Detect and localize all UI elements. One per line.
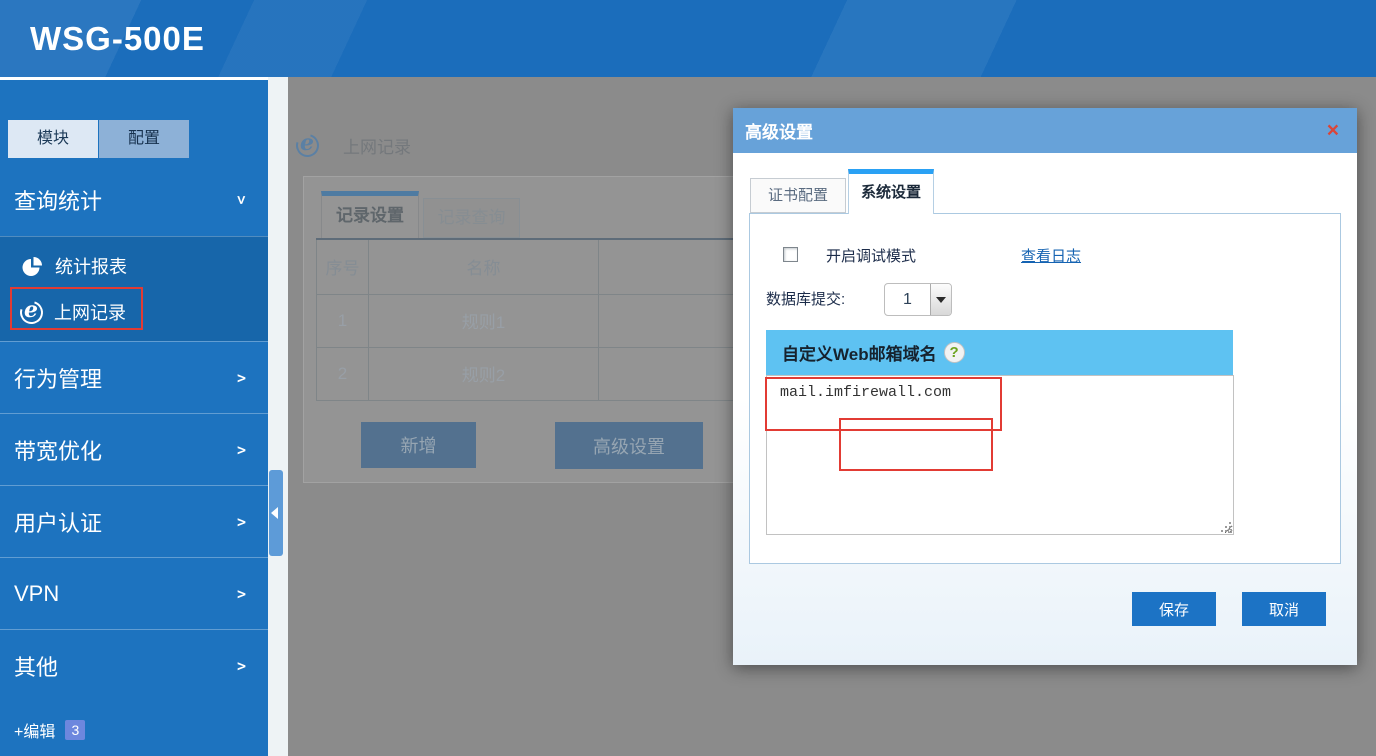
- sidebar-item-label: 统计报表: [55, 253, 127, 279]
- add-button[interactable]: 新增: [361, 422, 476, 468]
- sidebar-item-label: 查询统计: [14, 184, 102, 216]
- sidebar-item-label: 上网记录: [54, 299, 126, 325]
- sidebar-item-label: 带宽优化: [14, 434, 102, 466]
- sidebar-item-stats-report[interactable]: 统计报表: [0, 243, 268, 289]
- dropdown-arrow-icon[interactable]: [930, 284, 951, 315]
- sidebar: 模块 配置 查询统计 > 统计报表 e 上网记录: [0, 77, 268, 756]
- sidebar-item-behavior-mgmt[interactable]: 行为管理 >: [0, 341, 268, 413]
- sidebar-item-user-auth[interactable]: 用户认证 >: [0, 485, 268, 557]
- db-submit-value: 1: [885, 284, 930, 315]
- page-title-row: e 上网记录: [296, 133, 411, 158]
- page-title: 上网记录: [343, 133, 411, 158]
- tab-record-settings[interactable]: 记录设置: [321, 191, 419, 238]
- advanced-settings-modal: 高级设置 × 证书配置 系统设置 开启调试模式 查看日志 数据库提交: 1 自定…: [733, 108, 1357, 665]
- mailbox-section-bar: 自定义Web邮箱域名 ?: [766, 330, 1233, 375]
- sidebar-item-vpn[interactable]: VPN >: [0, 557, 268, 629]
- sidebar-item-internet-records[interactable]: e 上网记录: [0, 289, 268, 335]
- save-button[interactable]: 保存: [1132, 592, 1216, 626]
- sidebar-submenu: 统计报表 e 上网记录: [0, 236, 268, 341]
- tab-record-query[interactable]: 记录查询: [423, 198, 520, 238]
- debug-mode-checkbox[interactable]: [783, 247, 798, 262]
- sidebar-item-query-stats[interactable]: 查询统计 >: [0, 164, 268, 236]
- sidebar-item-label: VPN: [14, 581, 59, 607]
- cell-no: 2: [317, 347, 369, 400]
- modal-header: 高级设置 ×: [733, 108, 1357, 153]
- db-submit-label: 数据库提交:: [766, 288, 845, 309]
- sidebar-collapse-handle[interactable]: [269, 470, 283, 556]
- chevron-down-icon: >: [232, 195, 250, 204]
- sidebar-tab-modules[interactable]: 模块: [8, 120, 98, 158]
- cell-no: 1: [317, 294, 369, 347]
- edit-link[interactable]: +编辑: [14, 718, 55, 742]
- sidebar-item-label: 行为管理: [14, 362, 102, 394]
- advanced-settings-button[interactable]: 高级设置: [555, 422, 703, 469]
- mailbox-section-title: 自定义Web邮箱域名: [782, 340, 937, 365]
- cell-name: 规则2: [369, 347, 599, 400]
- page: WSG-500E 模块 配置 查询统计 > 统计报表 e: [0, 0, 1376, 756]
- sidebar-item-bandwidth-opt[interactable]: 带宽优化 >: [0, 413, 268, 485]
- sidebar-edit-row: +编辑 3: [14, 718, 85, 742]
- system-settings-panel: 开启调试模式 查看日志 数据库提交: 1 自定义Web邮箱域名 ? mail.i…: [749, 213, 1341, 564]
- cell-name: 规则1: [369, 294, 599, 347]
- edit-count-badge: 3: [65, 720, 85, 740]
- cancel-button[interactable]: 取消: [1242, 592, 1326, 626]
- db-submit-select[interactable]: 1: [884, 283, 952, 316]
- sidebar-item-others[interactable]: 其他 >: [0, 629, 268, 701]
- ie-browser-icon: e: [20, 301, 43, 324]
- chevron-right-icon: >: [237, 369, 246, 387]
- chevron-right-icon: >: [237, 513, 246, 531]
- pie-chart-icon: [20, 254, 44, 278]
- column-header-name: 名称: [369, 239, 599, 294]
- tab-certificate-config[interactable]: 证书配置: [750, 178, 846, 213]
- help-icon[interactable]: ?: [944, 342, 965, 363]
- resize-grip-icon[interactable]: [1221, 522, 1231, 532]
- mailbox-domains-textarea[interactable]: mail.imfirewall.com: [766, 375, 1234, 535]
- app-header: WSG-500E: [0, 0, 1376, 77]
- sidebar-tabs: 模块 配置: [8, 120, 268, 158]
- chevron-right-icon: >: [237, 441, 246, 459]
- modal-title: 高级设置: [745, 118, 813, 143]
- app-title: WSG-500E: [0, 20, 205, 58]
- sidebar-item-label: 用户认证: [14, 506, 102, 538]
- tab-system-settings[interactable]: 系统设置: [848, 169, 934, 214]
- sidebar-item-label: 其他: [14, 650, 58, 682]
- view-log-link[interactable]: 查看日志: [1021, 245, 1081, 266]
- sidebar-gap: [268, 77, 288, 756]
- sidebar-tab-config[interactable]: 配置: [99, 120, 189, 158]
- chevron-right-icon: >: [237, 585, 246, 603]
- ie-browser-icon: e: [296, 134, 319, 157]
- column-header-no: 序号: [317, 239, 369, 294]
- close-icon[interactable]: ×: [1327, 121, 1339, 141]
- debug-mode-label: 开启调试模式: [826, 245, 916, 266]
- sidebar-menu: 查询统计 > 统计报表 e 上网记录 行为管理 >: [0, 164, 268, 701]
- chevron-right-icon: >: [237, 657, 246, 675]
